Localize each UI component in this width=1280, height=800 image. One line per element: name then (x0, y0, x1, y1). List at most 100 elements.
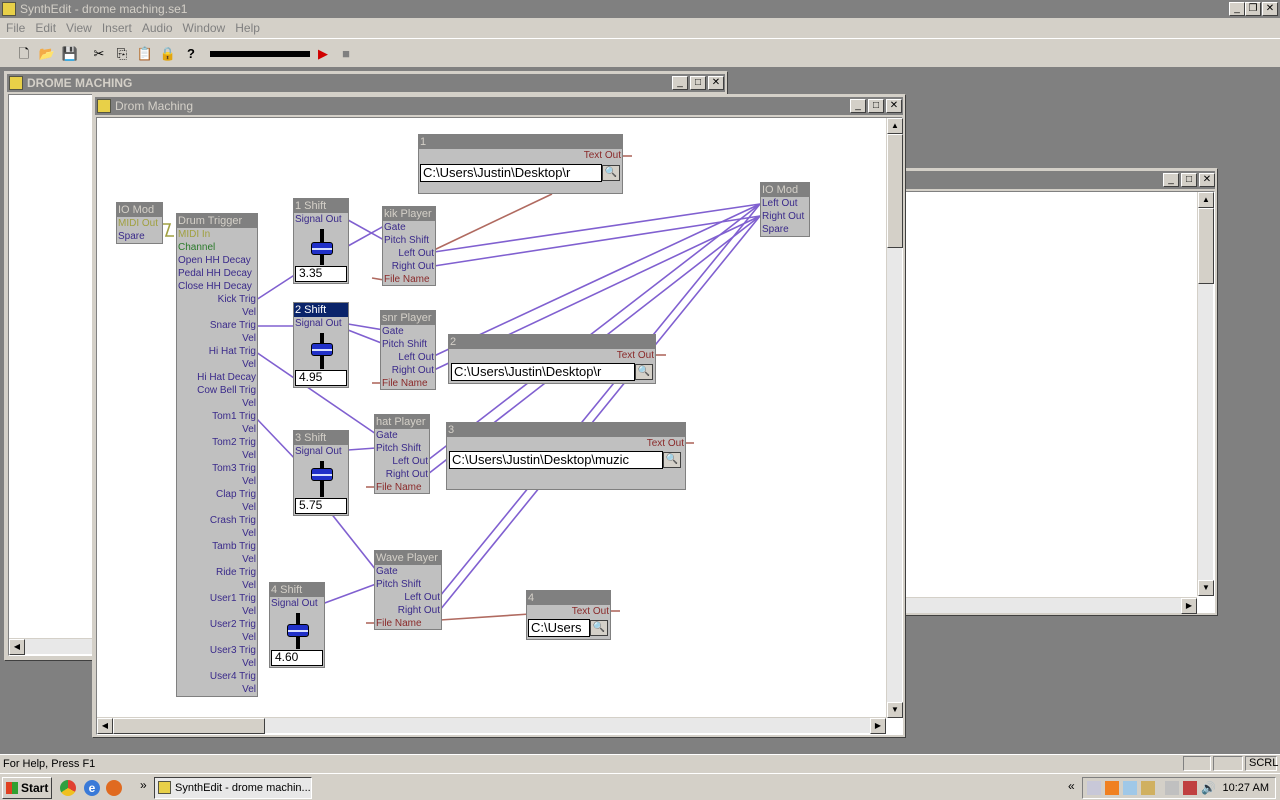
scroll-thumb[interactable] (887, 134, 903, 248)
scroll-up-icon[interactable]: ▲ (1198, 192, 1214, 208)
pin-user4-trig[interactable]: User4 Trig (177, 670, 257, 683)
menu-insert[interactable]: Insert (98, 18, 136, 38)
value-field[interactable]: 4.60 (271, 650, 323, 666)
shift-1-module[interactable]: 1 Shift Signal Out 3.35 (293, 198, 349, 284)
minimize-icon[interactable]: _ (1229, 2, 1245, 16)
pin-gate[interactable]: Gate (383, 221, 435, 234)
shift-4-module[interactable]: 4 Shift Signal Out 4.60 (269, 582, 325, 668)
pin-signal-out[interactable]: Signal Out (294, 445, 348, 458)
pin-hi-hat-decay[interactable]: Hi Hat Decay (177, 371, 257, 384)
file-text-module-2[interactable]: 2 Text Out C:\Users\Justin\Desktop\r 🔍 (448, 334, 656, 384)
pin-pitch-shift[interactable]: Pitch Shift (375, 578, 441, 591)
pin-signal-out[interactable]: Signal Out (294, 213, 348, 226)
pin-file-name[interactable]: File Name (375, 617, 441, 630)
internet-explorer-icon[interactable]: e (84, 780, 100, 796)
lock-icon[interactable]: 🔒 (159, 45, 177, 63)
value-field[interactable]: 5.75 (295, 498, 347, 514)
maximize-icon[interactable]: □ (1181, 173, 1197, 187)
snr-player-module[interactable]: snr Player Gate Pitch Shift Left Out Rig… (380, 310, 436, 390)
pin-text-out[interactable]: Text Out (447, 437, 685, 450)
pin-left-out[interactable]: Left Out (761, 197, 809, 210)
pin-user1-trig[interactable]: User1 Trig (177, 592, 257, 605)
pin-vel[interactable]: Vel (177, 397, 257, 410)
close-icon[interactable]: ✕ (1262, 2, 1278, 16)
horizontal-scrollbar[interactable]: ◀ (9, 638, 97, 655)
pin-signal-out[interactable]: Signal Out (270, 597, 324, 610)
minimize-icon[interactable]: _ (1163, 173, 1179, 187)
chrome-icon[interactable] (60, 780, 76, 796)
tray-app-icon[interactable] (1141, 781, 1155, 795)
pin-vel[interactable]: Vel (177, 358, 257, 371)
pin-gate[interactable]: Gate (381, 325, 435, 338)
pin-pitch-shift[interactable]: Pitch Shift (383, 234, 435, 247)
close-icon[interactable]: ✕ (1199, 173, 1215, 187)
pin-snare-trig[interactable]: Snare Trig (177, 319, 257, 332)
file-path-field[interactable]: C:\Users\Justin\Desktop\muzic (449, 451, 663, 469)
scroll-right-icon[interactable]: ▶ (1181, 598, 1197, 614)
pin-vel[interactable]: Vel (177, 657, 257, 670)
pin-vel[interactable]: Vel (177, 306, 257, 319)
cut-icon[interactable]: ✂ (90, 45, 108, 63)
close-icon[interactable]: ✕ (886, 99, 902, 113)
pin-vel[interactable]: Vel (177, 501, 257, 514)
clock[interactable]: 10:27 AM (1223, 778, 1269, 798)
pin-right-out[interactable]: Right Out (375, 468, 429, 481)
pin-gate[interactable]: Gate (375, 429, 429, 442)
scroll-thumb[interactable] (1198, 208, 1214, 284)
horizontal-scrollbar[interactable]: ▶ (905, 597, 1197, 614)
scroll-down-icon[interactable]: ▼ (1198, 580, 1214, 596)
pin-text-out[interactable]: Text Out (527, 605, 610, 618)
pin-text-out[interactable]: Text Out (419, 149, 622, 162)
tray-app-icon[interactable] (1105, 781, 1119, 795)
drum-trigger-module[interactable]: Drum Trigger MIDI In Channel Open HH Dec… (176, 213, 258, 697)
pin-left-out[interactable]: Left Out (375, 591, 441, 604)
play-icon[interactable]: ▶ (314, 45, 332, 63)
vertical-scrollbar[interactable]: ▲ ▼ (1197, 192, 1214, 596)
pitch-slider-knob[interactable] (311, 468, 333, 481)
scroll-right-icon[interactable]: ▶ (870, 718, 886, 734)
save-icon[interactable]: 💾 (61, 45, 79, 63)
maximize-icon[interactable]: □ (868, 99, 884, 113)
stop-icon[interactable]: ■ (337, 45, 355, 63)
restore-icon[interactable]: ❐ (1245, 2, 1261, 16)
pin-close-hh-decay[interactable]: Close HH Decay (177, 280, 257, 293)
pin-right-out[interactable]: Right Out (383, 260, 435, 273)
shift-2-module[interactable]: 2 Shift Signal Out 4.95 (293, 302, 349, 388)
pin-tom1-trig[interactable]: Tom1 Trig (177, 410, 257, 423)
pin-left-out[interactable]: Left Out (375, 455, 429, 468)
pin-tom3-trig[interactable]: Tom3 Trig (177, 462, 257, 475)
taskbar-synthedit[interactable]: SynthEdit - drome machin... (154, 777, 312, 799)
file-path-field[interactable]: C:\Users\Justin\Desktop\r (451, 363, 635, 381)
firefox-icon[interactable] (106, 780, 122, 796)
file-path-field[interactable]: C:\Users\Justin\Desktop\r (420, 164, 602, 182)
pin-user2-trig[interactable]: User2 Trig (177, 618, 257, 631)
pin-file-name[interactable]: File Name (381, 377, 435, 390)
file-text-module-3[interactable]: 3 Text Out C:\Users\Justin\Desktop\muzic… (446, 422, 686, 490)
horizontal-scrollbar[interactable]: ◀ ▶ (97, 717, 886, 734)
wave-player-module[interactable]: Wave Player Gate Pitch Shift Left Out Ri… (374, 550, 442, 630)
pin-vel[interactable]: Vel (177, 423, 257, 436)
menu-edit[interactable]: Edit (31, 18, 60, 38)
maximize-icon[interactable]: □ (690, 76, 706, 90)
menu-help[interactable]: Help (231, 18, 264, 38)
pin-right-out[interactable]: Right Out (761, 210, 809, 223)
pin-channel[interactable]: Channel (177, 241, 257, 254)
vertical-scrollbar[interactable]: ▲ ▼ (886, 118, 903, 718)
pin-clap-trig[interactable]: Clap Trig (177, 488, 257, 501)
pin-tom2-trig[interactable]: Tom2 Trig (177, 436, 257, 449)
help-icon[interactable]: ? (182, 45, 200, 63)
file-text-module-1[interactable]: 1 Text Out C:\Users\Justin\Desktop\r 🔍 (418, 134, 623, 194)
pin-left-out[interactable]: Left Out (383, 247, 435, 260)
value-field[interactable]: 4.95 (295, 370, 347, 386)
pin-pitch-shift[interactable]: Pitch Shift (375, 442, 429, 455)
value-field[interactable]: 3.35 (295, 266, 347, 282)
pin-vel[interactable]: Vel (177, 631, 257, 644)
pin-vel[interactable]: Vel (177, 475, 257, 488)
io-mod-input[interactable]: IO Mod MIDI Out Spare (116, 202, 163, 244)
pin-tamb-trig[interactable]: Tamb Trig (177, 540, 257, 553)
pin-text-out[interactable]: Text Out (449, 349, 655, 362)
pin-vel[interactable]: Vel (177, 527, 257, 540)
pin-hi-hat-trig[interactable]: Hi Hat Trig (177, 345, 257, 358)
minimize-icon[interactable]: _ (850, 99, 866, 113)
pin-vel[interactable]: Vel (177, 605, 257, 618)
